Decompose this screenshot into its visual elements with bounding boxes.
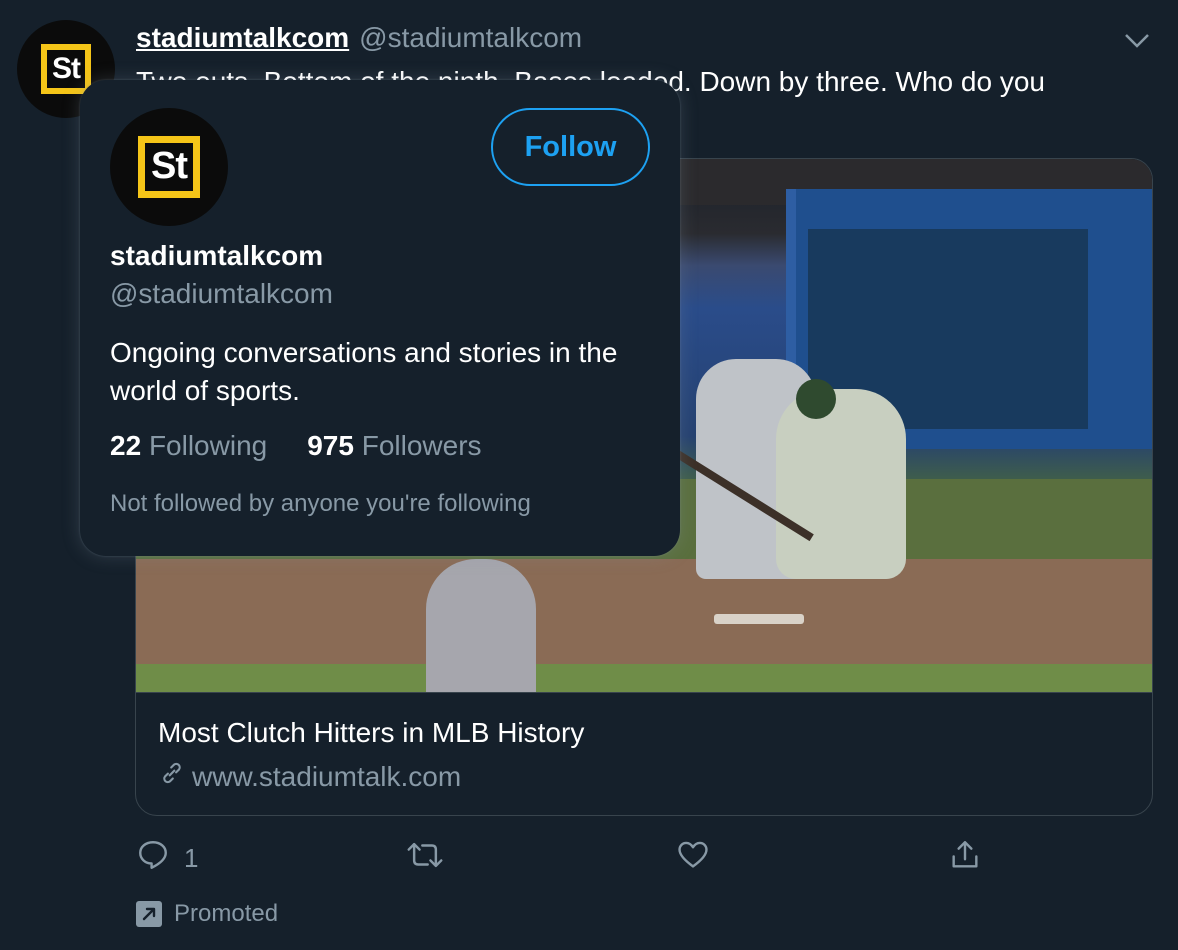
catcher-helmet bbox=[796, 379, 836, 419]
hovercard-bio: Ongoing conversations and stories in the… bbox=[110, 337, 618, 406]
share-button[interactable] bbox=[948, 838, 982, 878]
user-handle[interactable]: @stadiumtalkcom bbox=[359, 22, 582, 54]
retweet-button[interactable] bbox=[406, 838, 458, 878]
heart-icon bbox=[676, 838, 710, 879]
card-body[interactable]: Most Clutch Hitters in MLB History www.s… bbox=[136, 692, 1152, 815]
dirt-area bbox=[136, 559, 1152, 669]
home-plate bbox=[714, 614, 804, 624]
following-count: 22 bbox=[110, 430, 142, 461]
like-button[interactable] bbox=[676, 838, 724, 878]
avatar-logo-text: St bbox=[51, 51, 81, 85]
logo-frame: St bbox=[40, 43, 92, 95]
hovercard-name[interactable]: stadiumtalkcom bbox=[110, 240, 323, 272]
tweet[interactable]: St stadiumtalkcom @stadiumtalkcom Two ou… bbox=[0, 0, 1178, 950]
followers-count: 975 bbox=[307, 430, 354, 461]
following-stat[interactable]: 22 Following bbox=[110, 430, 267, 462]
promoted-icon bbox=[136, 901, 162, 927]
followers-label: Followers bbox=[361, 430, 482, 461]
pitcher-figure bbox=[426, 559, 536, 692]
tweet-actions: 1 bbox=[136, 838, 1036, 878]
followers-stat[interactable]: 975 Followers bbox=[307, 430, 481, 462]
hovercard-logo-text: St bbox=[150, 145, 188, 188]
hovercard-avatar[interactable]: St bbox=[110, 108, 228, 226]
promoted-label: Promoted bbox=[136, 896, 278, 932]
chevron-down-icon[interactable] bbox=[1122, 26, 1152, 56]
follow-button[interactable]: Follow bbox=[491, 108, 650, 186]
reply-button[interactable]: 1 bbox=[136, 838, 198, 878]
card-link[interactable]: www.stadiumtalk.com bbox=[158, 759, 461, 794]
card-link-text: www.stadiumtalk.com bbox=[192, 760, 462, 792]
display-name[interactable]: stadiumtalkcom bbox=[136, 22, 349, 54]
reply-count: 1 bbox=[184, 842, 199, 873]
reply-icon bbox=[136, 838, 170, 879]
catcher-figure bbox=[776, 389, 906, 579]
share-icon bbox=[948, 838, 982, 879]
card-title[interactable]: Most Clutch Hitters in MLB History bbox=[158, 717, 584, 749]
grass-strip bbox=[136, 664, 1152, 692]
hovercard-note: Not followed by anyone you're following bbox=[110, 490, 531, 517]
following-label: Following bbox=[148, 430, 268, 461]
tweet-header: stadiumtalkcom @stadiumtalkcom bbox=[136, 22, 582, 58]
retweet-icon bbox=[406, 838, 444, 879]
promoted-text: Promoted bbox=[174, 900, 279, 927]
hovercard-handle[interactable]: @stadiumtalkcom bbox=[110, 278, 333, 310]
link-icon bbox=[158, 759, 186, 794]
hovercard-stats: 22 Following 975 Followers bbox=[110, 430, 482, 462]
profile-hovercard: St Follow stadiumtalkcom @stadiumtalkcom… bbox=[80, 80, 680, 556]
logo-frame: St bbox=[138, 136, 200, 198]
